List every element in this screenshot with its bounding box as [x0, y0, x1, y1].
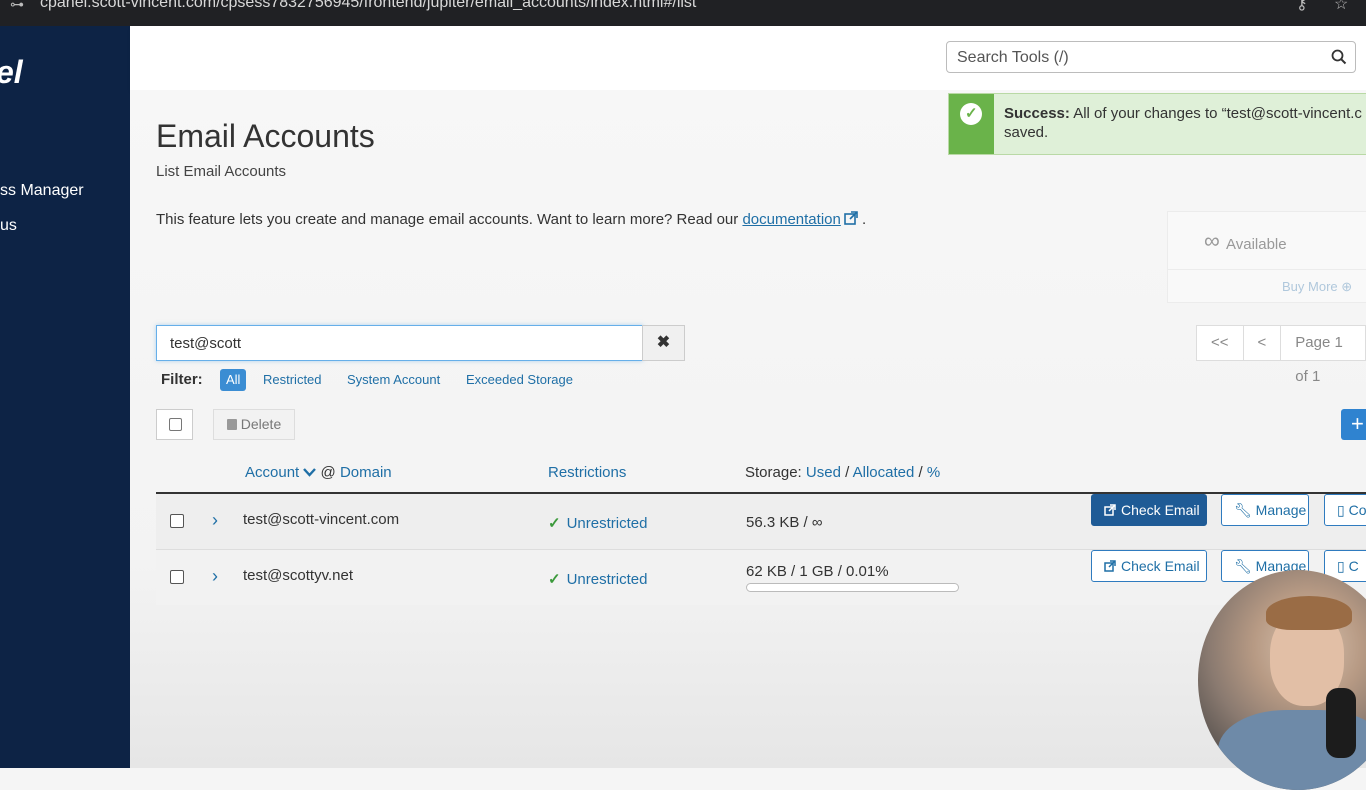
filter-label: Filter: [161, 371, 203, 388]
description-suffix: . [862, 211, 866, 228]
trash-icon [227, 419, 237, 430]
microphone [1326, 688, 1356, 758]
page-subtitle: List Email Accounts [156, 163, 286, 180]
mobile-icon: ▯ [1337, 502, 1345, 518]
search-icon[interactable] [1331, 49, 1347, 65]
sort-allocated[interactable]: Allocated [853, 464, 915, 481]
success-alert-bar: ✓ [949, 94, 994, 154]
table-row: › test@scottyv.net ✓ Unrestricted 62 KB /… [156, 549, 1366, 605]
success-message: Success: All of your changes to “test@sc… [1004, 104, 1366, 142]
sidebar: el ss Manager us [0, 26, 130, 768]
browser-url-bar: ⊶ cpanel.scott-vincent.com/cpsess7832756… [0, 0, 1366, 26]
sort-percent[interactable]: % [927, 464, 940, 481]
check-email-label: Check Email [1121, 502, 1200, 518]
chevron-right-icon[interactable]: › [212, 510, 218, 531]
success-alert: ✓ Success: All of your changes to “test@… [948, 93, 1366, 155]
filter-exceeded-storage[interactable]: Exceeded Storage [466, 369, 573, 391]
external-link-icon [1104, 504, 1116, 516]
success-prefix: Success: [1004, 105, 1070, 122]
filter-all[interactable]: All [220, 369, 246, 391]
column-restrictions[interactable]: Restrictions [548, 464, 626, 481]
top-header [130, 26, 1366, 90]
storage-prefix: Storage: [745, 464, 802, 481]
filter-restricted[interactable]: Restricted [263, 369, 322, 391]
bookmark-star-icon[interactable]: ☆ [1334, 0, 1348, 14]
prev-page-button[interactable]: < [1244, 326, 1282, 360]
at-sign: @ [321, 464, 336, 481]
success-text-line2: saved. [1004, 124, 1048, 141]
connect-label: Co [1349, 502, 1366, 518]
restriction-status[interactable]: ✓ Unrestricted [548, 570, 647, 588]
create-account-button[interactable]: + [1341, 409, 1366, 440]
sort-restrictions[interactable]: Restrictions [548, 464, 626, 481]
filter-system-account[interactable]: System Account [347, 369, 440, 391]
page-indicator: Page 1 of 1 [1281, 326, 1365, 360]
checkbox-box [169, 418, 182, 431]
card-divider [1168, 269, 1366, 270]
delete-button[interactable]: Delete [213, 409, 295, 440]
account-email: test@scottyv.net [243, 567, 353, 584]
connect-devices-button[interactable]: ▯ Co [1324, 494, 1366, 526]
check-icon: ✓ [548, 515, 561, 532]
main-content: ✓ Success: All of your changes to “test@… [130, 90, 1366, 768]
column-account[interactable]: Account @ Domain [245, 464, 392, 481]
check-email-label: Check Email [1121, 558, 1200, 574]
external-link-icon[interactable] [844, 211, 858, 225]
success-text: All of your changes to “test@scott-vince… [1073, 105, 1362, 122]
extension-icon[interactable]: ⚷ [1296, 0, 1308, 14]
storage-progress-bar [746, 583, 959, 592]
available-label: Available [1226, 236, 1287, 253]
search-tools-box[interactable] [946, 41, 1356, 73]
account-email: test@scott-vincent.com [243, 511, 399, 528]
storage-value: 62 KB / 1 GB / 0.01% [746, 563, 889, 580]
search-tools-input[interactable] [955, 48, 1319, 68]
first-page-button[interactable]: << [1197, 326, 1244, 360]
documentation-link[interactable]: documentation [742, 211, 840, 228]
clear-search-button[interactable]: ✖ [642, 325, 685, 361]
mobile-icon: ▯ [1337, 558, 1345, 574]
wrench-icon: 🔧︎ [1234, 558, 1252, 574]
sort-domain[interactable]: Domain [340, 464, 392, 481]
manage-button[interactable]: 🔧︎ Manage [1221, 494, 1309, 526]
delete-label: Delete [241, 416, 281, 432]
presenter-hair [1266, 596, 1352, 630]
external-link-icon [1104, 560, 1116, 572]
cpanel-logo[interactable]: el [0, 54, 23, 91]
sidebar-item-status[interactable]: us [0, 217, 17, 235]
url-text[interactable]: cpanel.scott-vincent.com/cpsess783275694… [40, 0, 696, 12]
check-circle-icon: ✓ [960, 103, 982, 125]
account-search-input[interactable] [156, 325, 643, 361]
restriction-status[interactable]: ✓ Unrestricted [548, 514, 647, 532]
chevron-down-icon[interactable] [303, 467, 316, 477]
column-storage: Storage: Used / Allocated / % [745, 464, 940, 481]
select-all-checkbox[interactable] [156, 409, 193, 440]
row-checkbox[interactable] [170, 514, 184, 528]
buy-more-link[interactable]: Buy More ⊕ [1282, 279, 1352, 295]
check-email-button[interactable]: Check Email [1091, 550, 1207, 582]
manage-label: Manage [1256, 502, 1307, 518]
sort-account[interactable]: Account [245, 464, 299, 481]
restriction-label: Unrestricted [567, 515, 648, 532]
infinity-icon: ∞ [1204, 228, 1220, 254]
storage-value: 56.3 KB / ∞ [746, 514, 823, 531]
page-description: This feature lets you create and manage … [156, 211, 866, 228]
check-email-button[interactable]: Check Email [1091, 494, 1207, 526]
restriction-label: Unrestricted [567, 571, 648, 588]
available-accounts-card: ∞ Available Buy More ⊕ [1167, 211, 1366, 303]
pagination: << < Page 1 of 1 [1196, 325, 1366, 361]
chevron-right-icon[interactable]: › [212, 566, 218, 587]
sidebar-item-address-manager[interactable]: ss Manager [0, 182, 84, 200]
wrench-icon: 🔧︎ [1234, 502, 1252, 518]
page-title: Email Accounts [156, 118, 375, 155]
connect-label: C [1349, 558, 1359, 574]
site-settings-icon[interactable]: ⊶ [10, 0, 24, 13]
check-icon: ✓ [548, 571, 561, 588]
sort-used[interactable]: Used [806, 464, 841, 481]
table-row: › test@scott-vincent.com ✓ Unrestricted 5… [156, 494, 1366, 549]
row-checkbox[interactable] [170, 570, 184, 584]
description-text: This feature lets you create and manage … [156, 211, 738, 228]
